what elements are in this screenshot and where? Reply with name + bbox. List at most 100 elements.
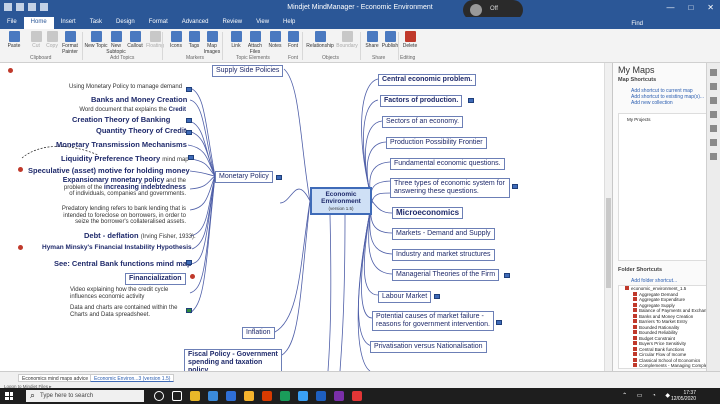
topic-sectors-of-economy[interactable]: Sectors of an economy. <box>382 116 464 128</box>
excel-icon[interactable] <box>280 391 290 401</box>
doc-tab-economic-environment[interactable]: Economic Environ...3 (version 1.5) <box>90 374 175 382</box>
map-canvas[interactable]: Economic Environment (version 1.5) Centr… <box>0 63 612 371</box>
boundary-button[interactable]: Boundary <box>334 31 360 49</box>
taskbar-search[interactable]: Type here to search <box>26 390 144 402</box>
topic-production-possibility-frontier[interactable]: Production Possibility Frontier <box>386 137 487 149</box>
topic-three-economic-systems[interactable]: Three types of economic system for answe… <box>390 178 510 198</box>
subtopic-monetary-transmission[interactable]: Monetary Transmission Mechanisms <box>56 140 187 149</box>
paste-button[interactable]: Paste <box>2 31 26 49</box>
windows-start-icon[interactable] <box>5 392 13 400</box>
task-info-tab-icon[interactable] <box>710 125 717 132</box>
central-topic[interactable]: Economic Environment (version 1.5) <box>310 187 372 215</box>
cortana-icon[interactable] <box>154 391 164 401</box>
tab-advanced[interactable]: Advanced <box>175 17 216 29</box>
file-item[interactable]: Bounded Rationality <box>633 324 679 330</box>
spreadsheet-icon[interactable] <box>186 308 192 313</box>
format-painter-button[interactable]: Format Painter <box>58 31 82 55</box>
minimize-button[interactable]: — <box>666 3 674 12</box>
subtopic-quantity-theory-credit[interactable]: Quantity Theory of Credit <box>96 126 186 135</box>
attachment-icon[interactable] <box>186 87 192 92</box>
delete-button[interactable]: Delete <box>398 31 422 49</box>
file-item[interactable]: Aggregate Demand <box>633 291 678 297</box>
mail-icon[interactable] <box>208 391 218 401</box>
maximize-button[interactable]: □ <box>688 3 693 12</box>
topic-labour-market[interactable]: Labour Market <box>378 291 432 303</box>
map-link-icon[interactable] <box>188 155 194 160</box>
file-item[interactable]: economic_environment_1.5 <box>625 286 686 291</box>
map-parts-tab-icon[interactable] <box>710 97 717 104</box>
mindmanager-icon[interactable] <box>352 391 362 401</box>
topic-managerial-theories[interactable]: Managerial Theories of the Firm <box>392 269 500 281</box>
file-explorer-icon[interactable] <box>190 391 200 401</box>
skype-icon[interactable] <box>226 391 236 401</box>
map-images-button[interactable]: Map Images <box>200 31 224 55</box>
topic-market-failure[interactable]: Potential causes of market failure - rea… <box>372 311 494 331</box>
task-view-icon[interactable] <box>172 391 182 401</box>
scroll-thumb[interactable] <box>606 198 611 288</box>
topic-microeconomics[interactable]: Microeconomics <box>392 207 464 219</box>
outlook-icon[interactable] <box>298 391 308 401</box>
my-projects-item[interactable]: My Projects <box>627 117 651 122</box>
vertical-scrollbar[interactable] <box>604 63 612 371</box>
topic-inflation[interactable]: Inflation <box>242 327 275 339</box>
file-item[interactable]: Aggregate Expenditure <box>633 297 685 302</box>
tab-file[interactable]: File <box>0 17 24 29</box>
topic-monetary-policy[interactable]: Monetary Policy <box>215 171 273 183</box>
file-item[interactable]: Bounded Reliability <box>633 330 678 335</box>
subtopic-debt-deflation[interactable]: Debt - deflation (Irving Fisher, 1933). <box>84 231 196 240</box>
find-button[interactable]: Find <box>624 19 650 29</box>
subtopic-minsky[interactable]: Hyman Minsky's Financial Instability Hyp… <box>42 244 192 251</box>
close-button[interactable]: ✕ <box>707 3 714 12</box>
library-tab-icon[interactable] <box>710 83 717 90</box>
file-item[interactable]: Aggregate Supply <box>633 302 675 308</box>
file-item[interactable]: Barriers To Market Entry <box>633 319 687 324</box>
subtopic-banks-money-creation[interactable]: Banks and Money Creation <box>91 95 187 104</box>
notes-icon[interactable] <box>434 294 440 299</box>
link-central-bank-functions[interactable]: See: Central Bank functions mind map <box>54 259 192 268</box>
topic-fiscal-policy[interactable]: Fiscal Policy - Government spending and … <box>184 349 282 371</box>
file-item[interactable]: Buyers Price Sensitivity <box>633 341 686 346</box>
file-item[interactable]: Banks and Money Creation <box>633 313 693 319</box>
file-item[interactable]: Circular Flow of Income <box>633 352 686 357</box>
file-item[interactable]: Central Bank functions <box>633 346 684 352</box>
topic-markets-demand-supply[interactable]: Markets - Demand and Supply <box>392 228 495 240</box>
powerpoint-icon[interactable] <box>262 391 272 401</box>
add-folder-shortcut-link[interactable]: Add folder shortcut... <box>631 278 677 284</box>
notes-icon[interactable] <box>496 320 502 325</box>
search-tab-icon[interactable] <box>710 139 717 146</box>
tab-design[interactable]: Design <box>109 17 142 29</box>
subtopic-using-monetary-policy[interactable]: Using Monetary Policy to manage demand <box>69 84 182 90</box>
my-maps-tab-icon[interactable] <box>710 69 717 76</box>
collapse-marker-icon[interactable] <box>8 68 13 73</box>
video-marker-icon[interactable] <box>190 274 195 279</box>
subtopic-financialization[interactable]: Financialization <box>125 273 186 285</box>
subtopic-liquidity-preference[interactable]: Liquidity Preference Theory mind map <box>61 154 189 163</box>
file-item[interactable]: Classical School of Economics <box>633 357 700 363</box>
topic-central-economic-problem[interactable]: Central economic problem. <box>378 74 477 86</box>
notes-icon[interactable] <box>468 98 474 103</box>
doc-tab-advice[interactable]: Economics mind maps advice <box>18 374 93 382</box>
system-tray-icons[interactable]: ⌃ ▭ ◔ ◆ <box>622 392 674 399</box>
topic-supply-side-policies[interactable]: Supply Side Policies <box>212 65 284 77</box>
tab-view[interactable]: View <box>249 17 276 29</box>
topic-factors-of-production[interactable]: Factors of production. <box>380 95 463 107</box>
onenote-icon[interactable] <box>334 391 344 401</box>
notes-icon[interactable] <box>512 184 518 189</box>
browser-tab-icon[interactable] <box>710 153 717 160</box>
tab-review[interactable]: Review <box>215 17 249 29</box>
topic-privatisation-nationalisation[interactable]: Privatisation versus Nationalisation <box>370 341 487 353</box>
relationship-button[interactable]: Relationship <box>306 31 334 49</box>
add-collection-link[interactable]: Add new collection <box>631 100 673 106</box>
link-icon[interactable] <box>186 130 192 135</box>
tab-insert[interactable]: Insert <box>54 17 83 29</box>
clock[interactable]: 17:37 12/05/2020 <box>671 390 696 402</box>
subtopic-speculative-motive[interactable]: Speculative (asset) motive for holding m… <box>28 166 190 175</box>
topic-industry-market-structures[interactable]: Industry and market structures <box>392 249 495 261</box>
subtopic-expansionary-policy[interactable]: Expansionary monetary policy and the pro… <box>40 177 186 198</box>
tab-format[interactable]: Format <box>142 17 175 29</box>
file-item[interactable]: Budget Constraint <box>633 335 675 341</box>
notes-icon[interactable] <box>276 175 282 180</box>
subtopic-credit-creation[interactable]: Creation Theory of Banking <box>72 115 170 124</box>
notes-icon[interactable] <box>504 273 510 278</box>
word-icon[interactable] <box>316 391 326 401</box>
